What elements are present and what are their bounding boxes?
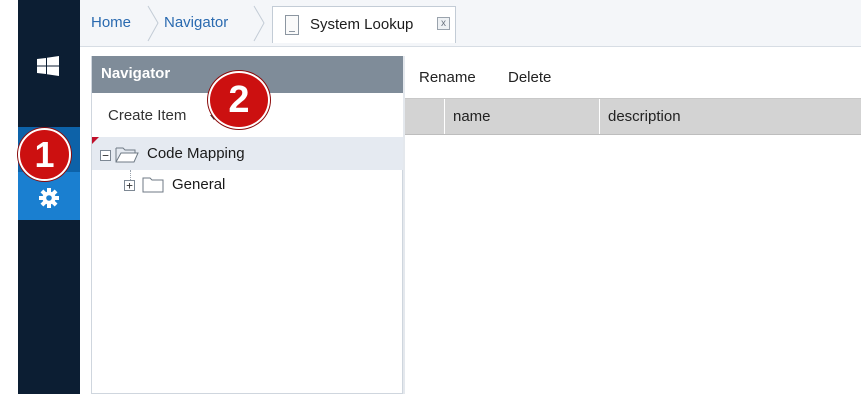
delete-button[interactable]: Delete <box>508 69 551 86</box>
breadcrumb-navigator-link[interactable]: Navigator <box>164 14 228 31</box>
modified-marker <box>92 137 99 144</box>
tree-item-label: General <box>172 176 226 193</box>
create-item-label: Create Item <box>108 107 187 124</box>
column-label: name <box>453 108 491 125</box>
windows-icon[interactable] <box>37 56 59 76</box>
close-icon[interactable]: x <box>437 17 450 30</box>
folder-icon <box>142 177 164 193</box>
column-header-name[interactable]: name <box>445 99 600 134</box>
folder-open-icon <box>115 147 139 163</box>
breadcrumb: Home Navigator System Lookup x <box>80 0 861 47</box>
tree-item-general[interactable]: + General <box>92 170 404 201</box>
breadcrumb-home-link[interactable]: Home <box>91 14 131 31</box>
breadcrumb-separator-icon <box>147 5 159 42</box>
gear-icon[interactable] <box>38 187 60 209</box>
content-toolbar: Rename Delete <box>405 56 861 98</box>
tree-item-code-mapping[interactable]: − Code Mapping <box>92 137 404 170</box>
callout-badge-1: 1 <box>18 128 71 181</box>
tree-item-label: Code Mapping <box>147 145 245 162</box>
grid-header: name description <box>405 98 861 135</box>
expand-icon[interactable]: + <box>124 180 135 191</box>
document-icon <box>285 15 299 35</box>
rename-button[interactable]: Rename <box>419 69 476 86</box>
column-label: description <box>608 108 681 125</box>
column-header-description[interactable]: description <box>600 99 861 134</box>
navigator-title: Navigator <box>101 65 171 82</box>
app-window: Home Navigator System Lookup x Navigator… <box>0 0 861 394</box>
collapse-icon[interactable]: − <box>100 150 111 161</box>
left-margin <box>0 0 18 394</box>
side-rail <box>18 0 80 394</box>
breadcrumb-separator-icon <box>253 5 265 42</box>
callout-badge-2: 2 <box>208 71 270 129</box>
select-column-header[interactable] <box>405 99 445 134</box>
tab-system-lookup[interactable]: System Lookup x <box>272 6 456 43</box>
tab-label: System Lookup <box>310 16 414 33</box>
